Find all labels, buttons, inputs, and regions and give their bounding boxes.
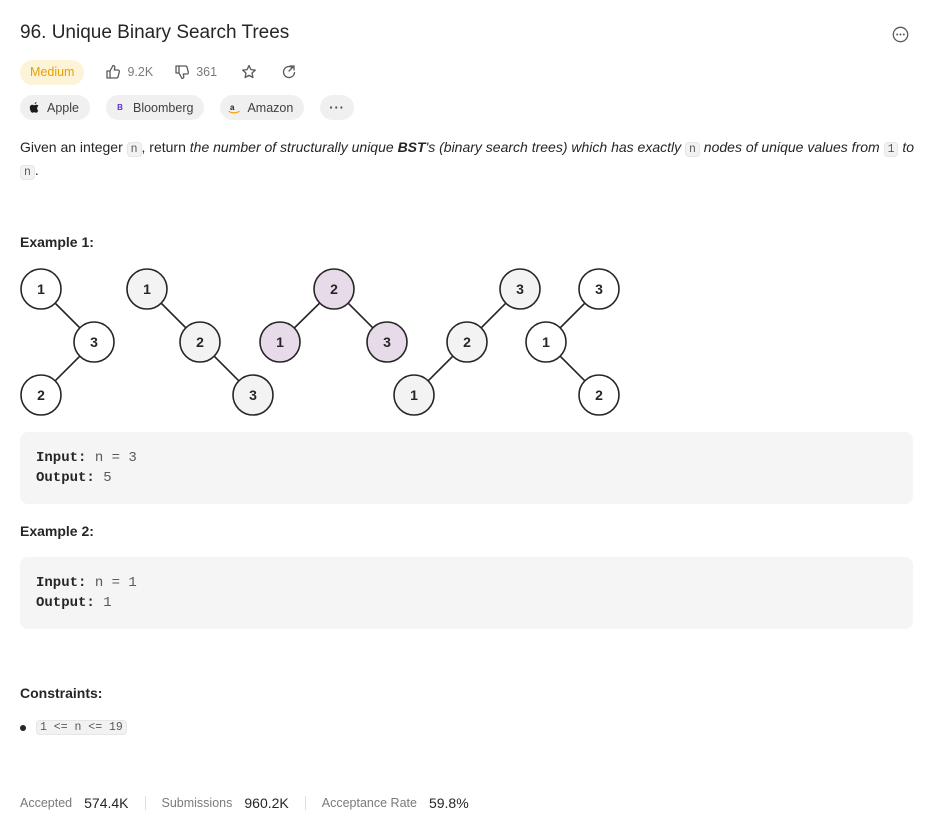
svg-text:2: 2: [330, 281, 338, 297]
company-tag-apple[interactable]: Apple: [20, 95, 90, 120]
bst-node: 1: [259, 321, 301, 363]
bst-node: 2: [578, 374, 620, 416]
acceptance-rate-value: 59.8%: [428, 795, 469, 811]
example-1-tree-diagram: 1 3 2 1 2 3 2 1 3 3 2 1 3 1 2: [20, 268, 620, 416]
divider: [304, 796, 306, 810]
constraints-list: 1 <= n <= 19: [20, 720, 127, 735]
share-icon: [282, 65, 296, 79]
bst-node: 1: [393, 374, 435, 416]
share-button[interactable]: [281, 64, 297, 80]
svg-text:3: 3: [516, 281, 524, 297]
list-bullet: [20, 724, 26, 731]
svg-text:3: 3: [383, 334, 391, 350]
constraints-heading: Constraints:: [20, 685, 103, 701]
inline-code: n: [685, 142, 700, 157]
company-name: Bloomberg: [132, 100, 194, 115]
svg-text:1: 1: [542, 334, 550, 350]
bst-node: 1: [20, 268, 62, 310]
amazon-icon: a: [228, 102, 241, 114]
bst-node: 2: [179, 321, 221, 363]
company-tag-amazon[interactable]: a Amazon: [220, 95, 305, 120]
bst-node: 1: [525, 321, 567, 363]
bst-node: 3: [73, 321, 115, 363]
example-1-heading: Example 1:: [20, 234, 94, 250]
svg-text:3: 3: [249, 387, 257, 403]
more-options-icon[interactable]: [892, 26, 909, 43]
example-input-line: Input: n = 1: [36, 575, 137, 591]
svg-text:2: 2: [37, 387, 45, 403]
constraint-item: 1 <= n <= 19: [36, 720, 127, 735]
acceptance-rate-label: Acceptance Rate: [321, 796, 417, 810]
bst-tree-4: 3 2 1: [393, 268, 541, 416]
svg-text:3: 3: [595, 281, 603, 297]
example-2-box: Input: n = 1 Output: 1: [20, 557, 913, 629]
bst-node: 1: [126, 268, 168, 310]
submissions-label: Submissions: [161, 796, 233, 810]
svg-text:1: 1: [410, 387, 418, 403]
company-name: Apple: [47, 100, 79, 115]
thumbs-up-icon: [106, 64, 121, 79]
example-2-heading: Example 2:: [20, 523, 94, 539]
bst-node: 3: [499, 268, 541, 310]
example-input-line: Input: n = 3: [36, 450, 137, 466]
submissions-value: 960.2K: [244, 795, 289, 811]
svg-text:2: 2: [463, 334, 471, 350]
dislike-count: 361: [196, 65, 218, 79]
apple-icon: [28, 101, 40, 114]
bst-node: 3: [578, 268, 620, 310]
svg-text:1: 1: [276, 334, 284, 350]
svg-text:1: 1: [37, 281, 45, 297]
problem-meta-row: Medium 9.2K 361: [20, 59, 297, 85]
thumbs-down-icon: [175, 65, 190, 80]
example-output-line: Output: 1: [36, 595, 112, 611]
company-tag-bloomberg[interactable]: B Bloomberg: [105, 95, 205, 120]
more-companies-button[interactable]: ···: [320, 95, 354, 120]
bst-node: 3: [232, 374, 274, 416]
star-icon: [242, 64, 256, 79]
svg-text:2: 2: [196, 334, 204, 350]
dislike-button[interactable]: 361: [174, 64, 217, 80]
like-button[interactable]: 9.2K: [105, 64, 153, 80]
bst-tree-1: 1 3 2: [20, 268, 115, 416]
svg-text:1: 1: [143, 281, 151, 297]
company-tags: Apple B Bloomberg a Amazon ···: [20, 95, 370, 120]
bst-node: 2: [20, 374, 62, 416]
bst-node: 3: [366, 321, 408, 363]
svg-text:a: a: [230, 103, 235, 112]
bloomberg-icon: B: [117, 103, 123, 112]
bst-node: 2: [313, 268, 355, 310]
like-count: 9.2K: [127, 65, 154, 79]
svg-text:2: 2: [595, 387, 603, 403]
accepted-label: Accepted: [20, 796, 73, 810]
problem-title: 96. Unique Binary Search Trees: [20, 22, 290, 43]
company-name: Amazon: [247, 100, 294, 115]
bst-tree-3: 2 1 3: [259, 268, 408, 363]
example-1-box: Input: n = 3 Output: 5: [20, 432, 913, 504]
bst-tree-2: 1 2 3: [126, 268, 274, 416]
inline-code: 1: [883, 142, 899, 157]
problem-description: Given an integer n, return the number of…: [20, 139, 915, 180]
example-output-line: Output: 5: [36, 470, 112, 486]
difficulty-badge: Medium: [20, 59, 85, 85]
submission-stats: Accepted 574.4K Submissions 960.2K Accep…: [20, 795, 469, 811]
divider: [144, 796, 146, 810]
svg-text:3: 3: [90, 334, 98, 350]
inline-code: n: [126, 142, 142, 157]
bst-node: 2: [446, 321, 488, 363]
accepted-value: 574.4K: [84, 795, 129, 811]
inline-code: n: [20, 165, 35, 180]
favorite-button[interactable]: [241, 64, 257, 80]
